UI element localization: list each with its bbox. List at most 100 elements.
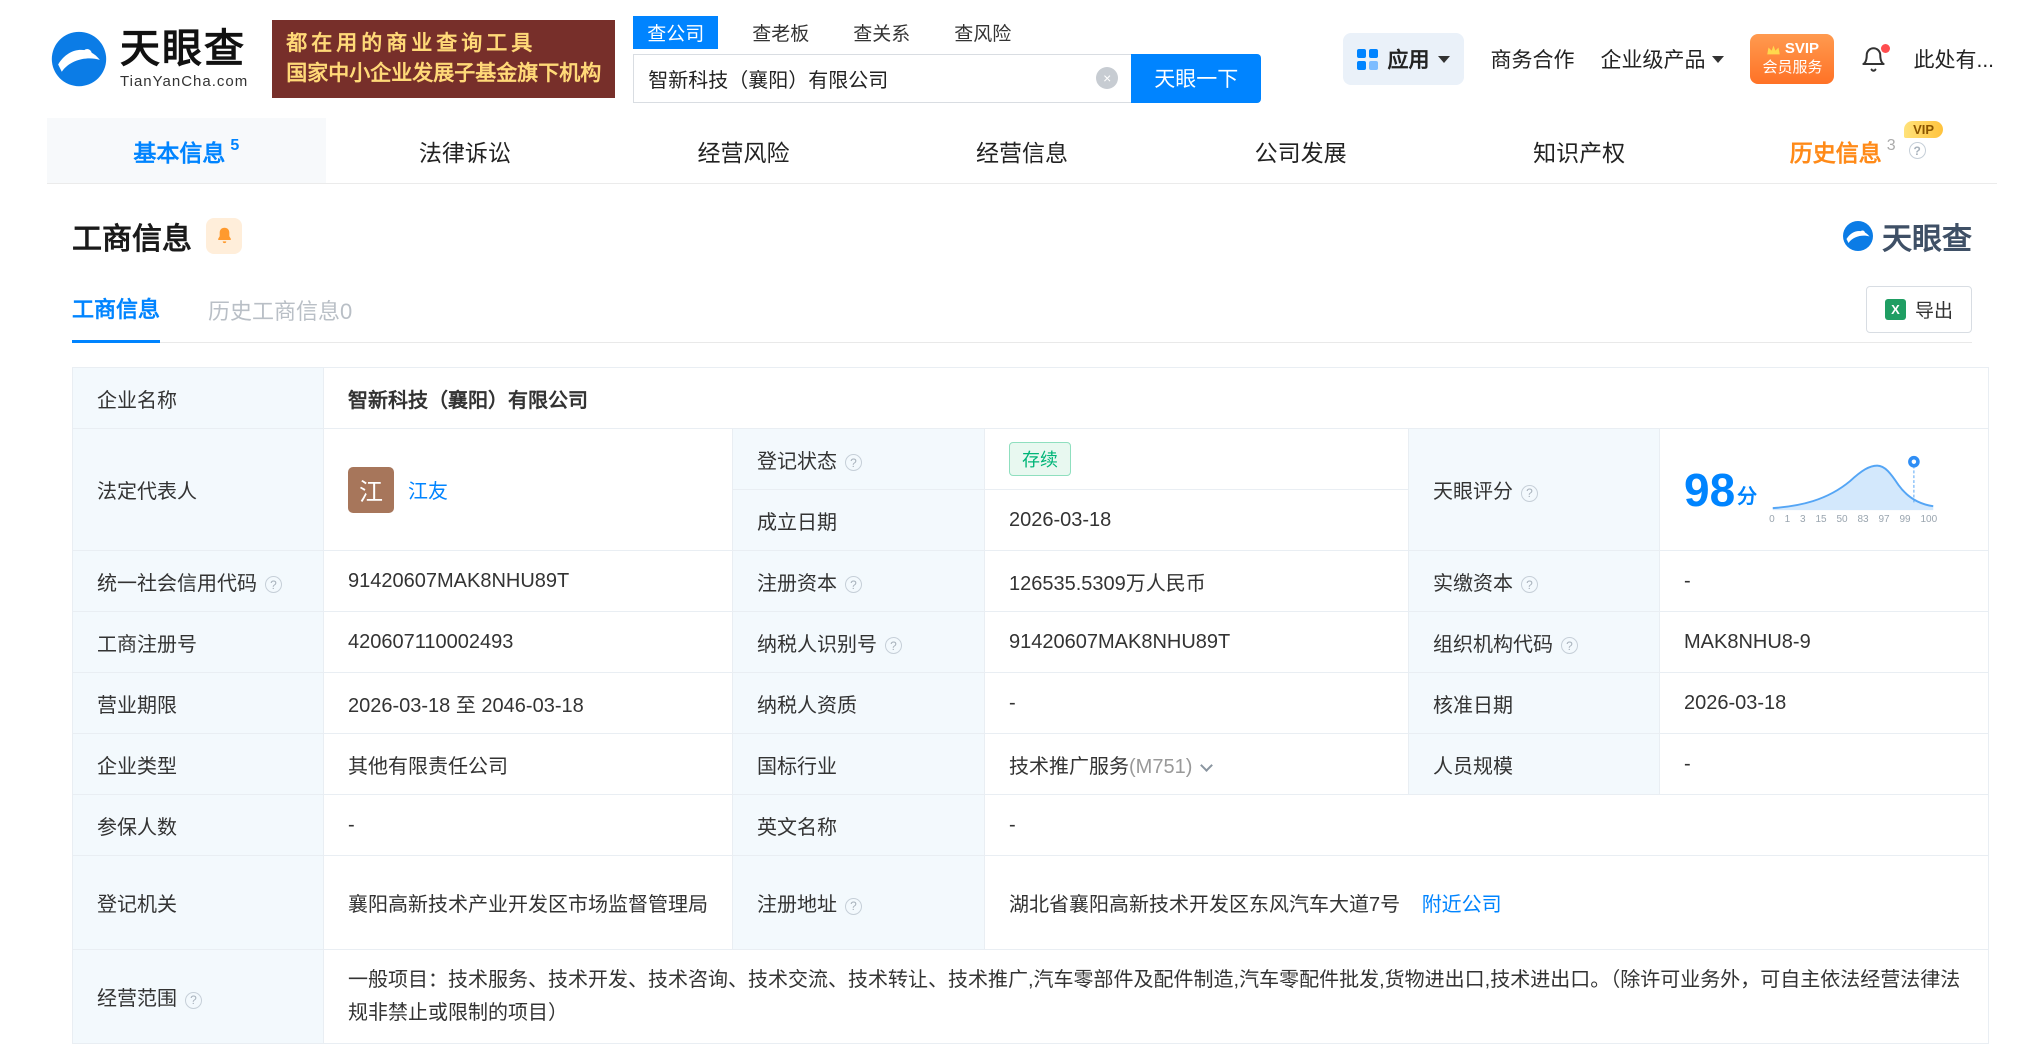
header-right-nav: 应用 商务合作 企业级产品 SVIP 会员服务 此处有... — [1343, 33, 1994, 85]
help-icon[interactable]: ? — [845, 454, 862, 471]
apps-label: 应用 — [1387, 49, 1430, 72]
search-button[interactable]: 天眼一下 — [1131, 53, 1262, 103]
clear-search-icon[interactable]: × — [1096, 67, 1119, 89]
business-scope-label: 经营范围? — [72, 949, 324, 1044]
help-icon[interactable]: ? — [185, 991, 202, 1009]
reg-status-value: 存续 — [984, 428, 1409, 490]
help-icon[interactable]: ? — [1908, 142, 1926, 159]
subtab-history-business-info[interactable]: 历史工商信息0 — [208, 294, 352, 342]
cooperation-label: 商务合作 — [1490, 49, 1575, 72]
brand-logo[interactable]: 天眼查 TianYanCha.com — [50, 29, 248, 90]
taxpayer-qualification-label: 纳税人资质 — [732, 672, 985, 734]
tagline-line1: 都在用的商业查询工具 — [286, 32, 537, 55]
staff-size-label: 人员规模 — [1408, 733, 1660, 795]
help-icon[interactable]: ? — [885, 637, 902, 654]
company-name-label: 企业名称 — [72, 367, 324, 429]
table-row: 经营范围? 一般项目：技术服务、技术开发、技术咨询、技术交流、技术转让、技术推广… — [72, 949, 1990, 1044]
section-header: 工商信息 天眼查 — [72, 214, 1972, 258]
subtab-business-info[interactable]: 工商信息 — [72, 292, 161, 343]
help-icon[interactable]: ? — [845, 576, 862, 593]
subscribe-bell-icon[interactable] — [206, 218, 242, 254]
tab-operational-risk[interactable]: 经营风险 — [604, 118, 883, 183]
subtab-row: 工商信息 历史工商信息0 X 导出 — [72, 286, 1972, 343]
tab-label: 经营风险 — [697, 139, 790, 166]
table-row: 参保人数 - 英文名称 - — [72, 794, 1990, 856]
user-menu[interactable]: 此处有... — [1913, 44, 1994, 74]
reg-number-value: 420607110002493 — [323, 611, 733, 673]
avatar[interactable]: 江 — [348, 466, 394, 513]
established-date-value: 2026-03-18 — [984, 489, 1409, 551]
tagline-line2: 国家中小企业发展子基金旗下机构 — [286, 62, 602, 85]
score-cell: 98 分 0 1 3 15 50 83 97 99 100 — [1658, 428, 1990, 551]
legal-rep-link[interactable]: 江友 — [408, 475, 448, 504]
paid-capital-label: 实缴资本? — [1408, 550, 1660, 612]
apps-menu-button[interactable]: 应用 — [1343, 33, 1465, 85]
search-input[interactable] — [634, 54, 1132, 102]
enterprise-products-link[interactable]: 企业级产品 — [1600, 44, 1725, 74]
nearby-companies-link[interactable]: 附近公司 — [1422, 894, 1502, 916]
table-row: 登记机关 襄阳高新技术产业开发区市场监督管理局 注册地址? 湖北省襄阳高新技术开… — [72, 855, 1990, 950]
search-row: × 天眼一下 — [633, 53, 1262, 103]
help-icon[interactable]: ? — [265, 576, 282, 593]
svip-sub-label: 会员服务 — [1762, 59, 1823, 76]
tab-label: 历史信息 — [1789, 139, 1882, 166]
help-icon[interactable]: ? — [845, 897, 862, 915]
brand-name: 天眼查 — [120, 26, 246, 71]
search-box: × — [633, 53, 1132, 103]
reg-authority-value: 襄阳高新技术产业开发区市场监督管理局 — [323, 855, 733, 950]
english-name-value: - — [983, 794, 1990, 856]
search-tab-company[interactable]: 查公司 — [633, 15, 719, 49]
tab-label: 基本信息 — [133, 139, 226, 166]
page-title: 工商信息 — [72, 223, 192, 256]
help-icon[interactable]: ? — [1521, 484, 1538, 502]
reg-capital-value: 126535.5309万人民币 — [984, 550, 1409, 612]
score-label: 天眼评分? — [1408, 428, 1660, 551]
established-date-label: 成立日期 — [732, 489, 985, 551]
watermark-text: 天眼查 — [1882, 223, 1972, 256]
org-code-label: 组织机构代码? — [1408, 611, 1660, 673]
notification-bell-icon[interactable] — [1860, 43, 1891, 73]
tab-history-info[interactable]: VIP 历史信息 3 ? — [1718, 118, 1997, 183]
tianyancha-logo-icon — [1843, 221, 1873, 251]
industry-label: 国标行业 — [732, 733, 985, 795]
search-tab-relations[interactable]: 查关系 — [843, 16, 920, 49]
legal-rep-label: 法定代表人 — [72, 428, 324, 551]
business-cooperation-link[interactable]: 商务合作 — [1490, 44, 1574, 74]
tianyan-score: 98 分 — [1684, 463, 1758, 516]
company-type-label: 企业类型 — [72, 733, 324, 795]
help-icon[interactable]: ? — [1561, 637, 1578, 654]
insured-count-label: 参保人数 — [72, 794, 324, 856]
chevron-down-icon[interactable] — [1200, 758, 1214, 772]
credit-code-value: 91420607MAK8NHU89T — [323, 550, 733, 612]
tab-label: 公司发展 — [1254, 139, 1347, 166]
export-label: 导出 — [1914, 301, 1953, 322]
business-scope-value: 一般项目：技术服务、技术开发、技术咨询、技术交流、技术转让、技术推广,汽车零部件… — [322, 949, 1990, 1044]
tab-business-info[interactable]: 经营信息 — [883, 118, 1162, 183]
company-type-value: 其他有限责任公司 — [323, 733, 733, 795]
search-tab-boss[interactable]: 查老板 — [742, 16, 819, 49]
tab-label: 法律诉讼 — [418, 139, 511, 166]
business-term-label: 营业期限 — [72, 672, 324, 734]
top-header: 天眼查 TianYanCha.com 都在用的商业查询工具 国家中小企业发展子基… — [0, 0, 2044, 118]
search-tab-risk[interactable]: 查风险 — [944, 16, 1021, 49]
business-info-table: 企业名称 智新科技（襄阳）有限公司 法定代表人 江 江友 登记状态? 存续 天眼… — [72, 367, 1990, 1044]
staff-size-value: - — [1658, 733, 1990, 795]
vip-tag: VIP — [1904, 121, 1944, 138]
help-icon[interactable]: ? — [1521, 576, 1538, 593]
tab-basic-info[interactable]: 基本信息 5 — [47, 118, 326, 183]
main-content: 工商信息 天眼查 工商信息 历史工商信息0 X 导出 企业名称 智新科技（襄阳）… — [0, 214, 2044, 1044]
paid-capital-value: - — [1658, 550, 1990, 612]
credit-code-label: 统一社会信用代码? — [72, 550, 324, 612]
caret-down-icon — [1712, 55, 1725, 63]
tab-legal-proceedings[interactable]: 法律诉讼 — [326, 118, 605, 183]
org-code-value: MAK8NHU8-9 — [1658, 611, 1990, 673]
svip-badge[interactable]: SVIP 会员服务 — [1750, 34, 1835, 84]
caret-down-icon — [1438, 55, 1451, 63]
taxpayer-qualification-value: - — [984, 672, 1409, 734]
tab-intellectual-property[interactable]: 知识产权 — [1440, 118, 1719, 183]
tianyancha-watermark: 天眼查 — [1842, 214, 1972, 258]
address-label: 注册地址? — [732, 855, 985, 950]
legal-rep-cell: 江 江友 — [323, 428, 733, 551]
tab-company-development[interactable]: 公司发展 — [1161, 118, 1440, 183]
export-button[interactable]: X 导出 — [1865, 286, 1972, 333]
